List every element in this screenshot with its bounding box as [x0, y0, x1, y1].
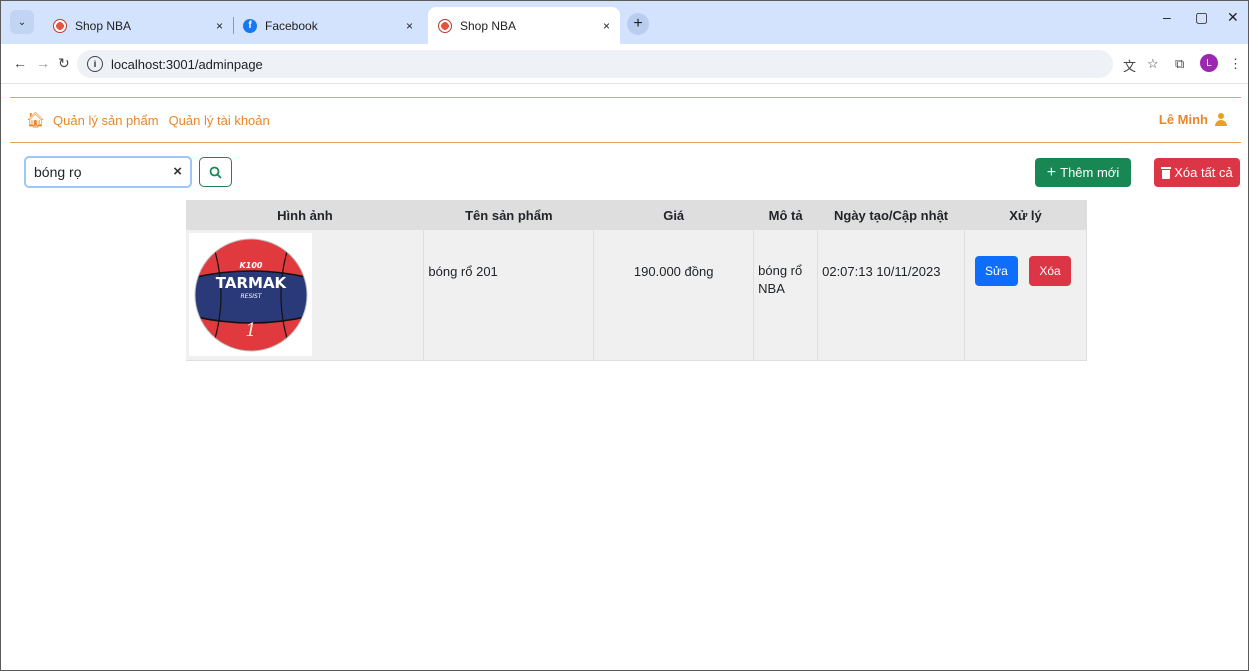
close-icon[interactable]: × [406, 19, 413, 33]
product-table: Hình ảnh Tên sản phẩm Giá Mô tả Ngày tạo… [186, 200, 1087, 361]
facebook-favicon-icon: f [243, 18, 257, 33]
more-menu-icon[interactable]: ⋮ [1229, 56, 1242, 72]
close-icon[interactable]: × [603, 19, 610, 33]
edit-button[interactable]: Sửa [975, 256, 1018, 286]
profile-avatar[interactable]: L [1200, 54, 1218, 72]
trash-icon [1161, 166, 1172, 179]
tab-strip: ⌄ Shop NBA × f Facebook × Shop NBA × + –… [1, 1, 1248, 44]
svg-text:RESIST: RESIST [240, 293, 262, 300]
tab-title: Facebook [265, 18, 318, 33]
address-bar[interactable]: i localhost:3001/adminpage [77, 50, 1113, 78]
app-header: 🏠︎ Quản lý sản phẩm Quản lý tài khoản Lê… [10, 97, 1241, 143]
tab-search-button[interactable]: ⌄ [10, 10, 34, 34]
user-name: Lê Minh [1158, 112, 1208, 127]
reload-icon[interactable]: ↻ [58, 55, 70, 72]
search-value: bóng rọ [34, 164, 82, 180]
svg-text:1: 1 [245, 320, 256, 341]
user-menu[interactable]: Lê Minh [1159, 112, 1227, 127]
header-name: Tên sản phẩm [423, 200, 594, 230]
svg-text:TARMAK: TARMAK [215, 274, 287, 292]
minimize-icon[interactable]: – [1163, 9, 1171, 25]
forward-arrow-icon[interactable]: → [36, 55, 50, 71]
table-row: K100 TARMAK RESIST 1 bóng rổ 201 190.000… [186, 230, 1087, 361]
user-icon [1215, 113, 1227, 126]
new-tab-button[interactable]: + [627, 13, 649, 35]
delete-all-button[interactable]: Xóa tất cả [1154, 158, 1240, 187]
product-date: 02:07:13 10/11/2023 [817, 230, 966, 361]
tab-facebook[interactable]: f Facebook × [233, 7, 423, 44]
add-new-button[interactable]: + Thêm mới [1035, 158, 1131, 187]
bookmark-star-icon[interactable]: ☆ [1147, 56, 1159, 72]
nav-link-products[interactable]: Quản lý sản phẩm [53, 113, 159, 128]
tab-shop-nba-1[interactable]: Shop NBA × [43, 7, 234, 44]
nba-favicon-icon [53, 18, 67, 33]
header-actions: Xử lý [964, 200, 1087, 230]
add-new-label: Thêm mới [1060, 165, 1120, 180]
translate-icon[interactable]: 文 [1123, 56, 1136, 75]
actions-cell: Sửa Xóa [964, 230, 1087, 361]
product-name: bóng rổ 201 [423, 230, 595, 361]
search-button[interactable] [199, 157, 232, 187]
header-price: Giá [593, 200, 754, 230]
table-header-row: Hình ảnh Tên sản phẩm Giá Mô tả Ngày tạo… [186, 200, 1087, 230]
image-cell: K100 TARMAK RESIST 1 [186, 230, 425, 361]
product-price: 190.000 đồng [593, 230, 755, 361]
plus-icon: + [1046, 163, 1057, 181]
window-close-icon[interactable]: ✕ [1227, 9, 1239, 26]
clear-search-icon[interactable]: × [173, 163, 182, 180]
nav-link-accounts[interactable]: Quản lý tài khoản [169, 113, 270, 128]
tab-title: Shop NBA [460, 18, 517, 33]
back-arrow-icon[interactable]: ← [13, 55, 27, 71]
close-icon[interactable]: × [216, 19, 223, 33]
restore-icon[interactable]: ▢ [1195, 9, 1208, 26]
search-input[interactable]: bóng rọ × [24, 156, 192, 188]
header-date: Ngày tạo/Cập nhật [817, 200, 965, 230]
svg-text:K100: K100 [239, 261, 262, 270]
tab-title: Shop NBA [75, 18, 132, 33]
extensions-icon[interactable]: ⧉ [1175, 56, 1184, 72]
search-icon [209, 166, 222, 179]
product-image: K100 TARMAK RESIST 1 [189, 233, 312, 356]
site-info-icon[interactable]: i [87, 56, 103, 72]
basketball-image: K100 TARMAK RESIST 1 [194, 238, 307, 351]
header-description: Mô tả [753, 200, 818, 230]
url-text: localhost:3001/adminpage [111, 56, 263, 72]
home-icon[interactable]: 🏠︎ [26, 111, 45, 129]
delete-all-label: Xóa tất cả [1174, 165, 1233, 180]
nba-favicon-icon [438, 18, 452, 33]
browser-window: ⌄ Shop NBA × f Facebook × Shop NBA × + –… [0, 0, 1249, 671]
delete-button[interactable]: Xóa [1029, 256, 1071, 286]
product-description: bóng rổ NBA [753, 230, 819, 361]
header-image: Hình ảnh [186, 200, 424, 230]
browser-toolbar: ← → ↻ i localhost:3001/adminpage 文 ☆ ⧉ L… [1, 44, 1248, 84]
tab-shop-nba-active[interactable]: Shop NBA × [428, 7, 620, 44]
